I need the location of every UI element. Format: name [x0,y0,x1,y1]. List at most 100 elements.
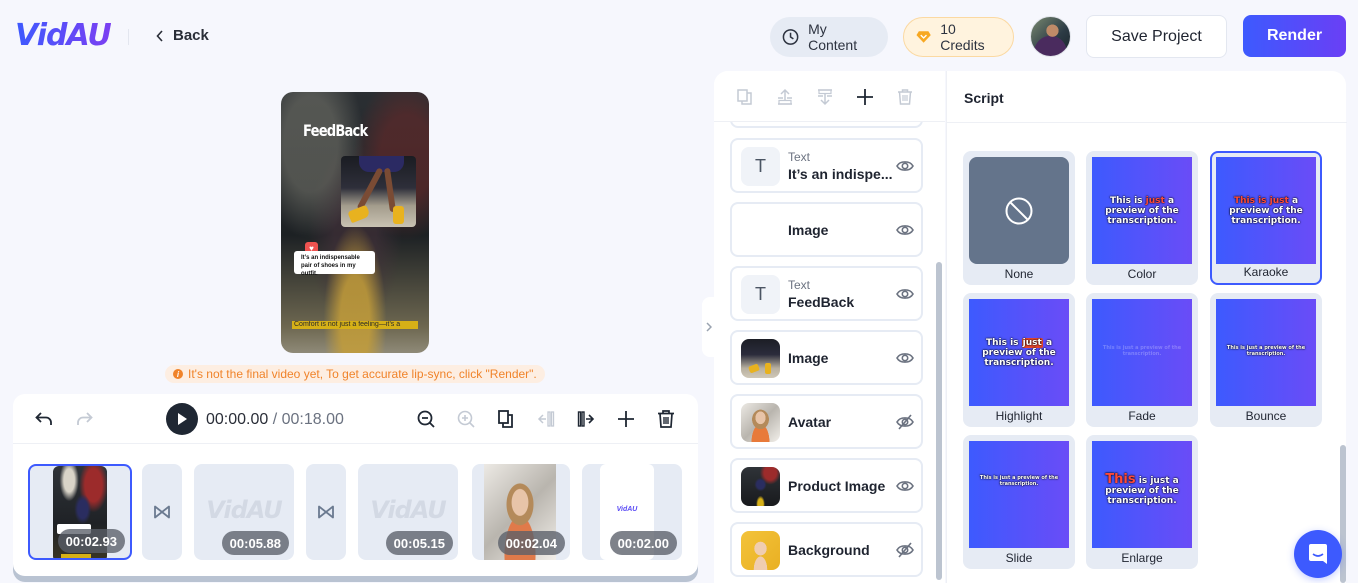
clip-placeholder-watermark: VidAU [370,496,447,524]
preview-text: This is just a preview of the transcript… [979,475,1059,487]
style-preview: This is just a preview of the transcript… [1092,441,1192,548]
script-panel: Script None This is just a preview of th… [946,71,1347,583]
caption-style-bounce[interactable]: This is just a preview of the transcript… [1210,293,1322,427]
style-label: Enlarge [1121,551,1163,565]
duplicate-layer-icon[interactable] [734,86,756,108]
layer-item[interactable]: T Text FeedBack [730,266,923,321]
eye-off-icon[interactable] [896,413,914,431]
timeline-panel: 00:00.00 / 00:18.00 00:02.93 VidAU 00:05… [13,394,698,576]
image-detail [356,167,384,211]
warning-text: It's not the final video yet, To get acc… [188,367,537,381]
eye-icon[interactable] [896,221,914,239]
caption-style-fade[interactable]: This is just a preview of the transcript… [1086,293,1198,427]
render-button[interactable]: Render [1243,15,1346,57]
eye-icon[interactable] [896,477,914,495]
save-project-button[interactable]: Save Project [1086,15,1227,58]
eye-off-icon[interactable] [896,541,914,559]
preview-text: This is just a preview of the transcript… [1105,472,1179,506]
chat-icon [1309,544,1327,564]
layer-thumbnail [741,403,780,442]
bring-forward-icon[interactable] [774,86,796,108]
play-button[interactable] [166,403,198,435]
style-preview [969,157,1069,264]
my-content-button[interactable]: My Content [770,17,888,57]
support-chat-button[interactable] [1294,530,1342,578]
delete-icon[interactable] [655,408,677,430]
caption-style-karaoke[interactable]: This is just a preview of the transcript… [1210,151,1322,285]
layer-item[interactable]: Background [730,522,923,577]
delete-layer-icon[interactable] [894,86,916,108]
transition-icon [154,505,170,519]
clip-placeholder-watermark: VidAU [206,496,283,524]
send-backward-icon[interactable] [814,86,836,108]
layers-panel: T Text It’s an indispe... Image T Text F… [714,71,945,583]
caption-style-enlarge[interactable]: This is just a preview of the transcript… [1086,435,1198,569]
add-layer-icon[interactable] [854,86,876,108]
undo-icon[interactable] [33,408,55,430]
layer-name: Background [788,542,870,558]
layer-item[interactable]: T Text It’s an indispe... [730,138,923,193]
time-separator: / [268,411,282,428]
redo-icon[interactable] [73,408,95,430]
back-button[interactable]: Back [156,27,209,44]
eye-icon[interactable] [896,285,914,303]
layer-item[interactable]: Image [730,330,923,385]
playback-time: 00:00.00 / 00:18.00 [206,411,344,429]
script-scrollbar[interactable] [1340,445,1346,583]
layer-name: FeedBack [788,294,855,310]
zoom-in-icon[interactable] [455,408,477,430]
diamond-icon [916,31,931,43]
lip-sync-warning: i It's not the final video yet, To get a… [165,365,545,383]
caption-style-highlight[interactable]: This is just a preview of the transcript… [963,293,1075,427]
outro-logo: VidAU [616,506,638,513]
caption-style-slide[interactable]: This is just a preview of the transcript… [963,435,1075,569]
image-detail [393,206,404,224]
timeline-clip[interactable]: VidAU 00:05.15 [358,464,458,560]
preview-text-bubble[interactable]: It’s an indispensable pair of shoes in m… [294,251,375,277]
split-right-icon[interactable] [575,408,597,430]
transition-button[interactable] [306,464,346,560]
style-preview: This is just a preview of the transcript… [1216,157,1316,264]
vidau-logo[interactable]: VidAU [15,18,112,53]
user-avatar[interactable] [1030,16,1071,57]
layer-item[interactable]: Product Image [730,458,923,513]
timeline-clip[interactable]: 00:02.93 [28,464,132,560]
timeline-clip[interactable]: VidAU 00:02.00 [582,464,682,560]
preview-product-image[interactable] [341,156,416,227]
script-header: Script [947,71,1347,123]
back-label: Back [173,27,209,44]
zoom-out-icon[interactable] [415,408,437,430]
layer-name: It’s an indispe... [788,166,893,182]
credits-badge[interactable]: 10 Credits [903,17,1014,57]
layer-item[interactable]: Avatar [730,394,923,449]
top-bar: VidAU Back My Content 10 Credits Save Pr… [0,0,1358,72]
duplicate-icon[interactable] [495,408,517,430]
transition-button[interactable] [142,464,182,560]
style-label: Karaoke [1243,265,1289,279]
clock-icon [782,29,799,45]
style-label: Slide [1005,551,1033,565]
preview-caption[interactable]: Comfort is not just a feeling—it’s a [292,321,418,329]
layer-type: Text [788,278,811,292]
timeline-clip[interactable]: 00:02.04 [472,464,570,560]
caption-style-color[interactable]: This is just a preview of the transcript… [1086,151,1198,285]
preview-title-overlay[interactable]: FeedBack [303,121,368,140]
eye-icon[interactable] [896,349,914,367]
layer-name: Product Image [788,478,886,494]
video-preview-canvas[interactable]: FeedBack ♥ It’s an indispensable pair of… [281,92,429,353]
add-icon[interactable] [615,408,637,430]
my-content-label: My Content [808,21,858,53]
layer-name: Avatar [788,414,832,430]
layers-scrollbar[interactable] [936,262,942,580]
transition-icon [318,505,334,519]
layer-item[interactable]: Image [730,202,923,257]
timeline-clip[interactable]: VidAU 00:05.88 [194,464,294,560]
eye-icon[interactable] [896,157,914,175]
split-left-icon[interactable] [535,408,557,430]
total-time: 00:18.00 [281,411,344,428]
image-detail [347,204,371,224]
caption-style-none[interactable]: None [963,151,1075,285]
style-preview: This is just a preview of the transcript… [1092,299,1192,406]
preview-text: This is just a preview of the transcript… [1102,345,1182,357]
style-label: Fade [1128,409,1156,423]
